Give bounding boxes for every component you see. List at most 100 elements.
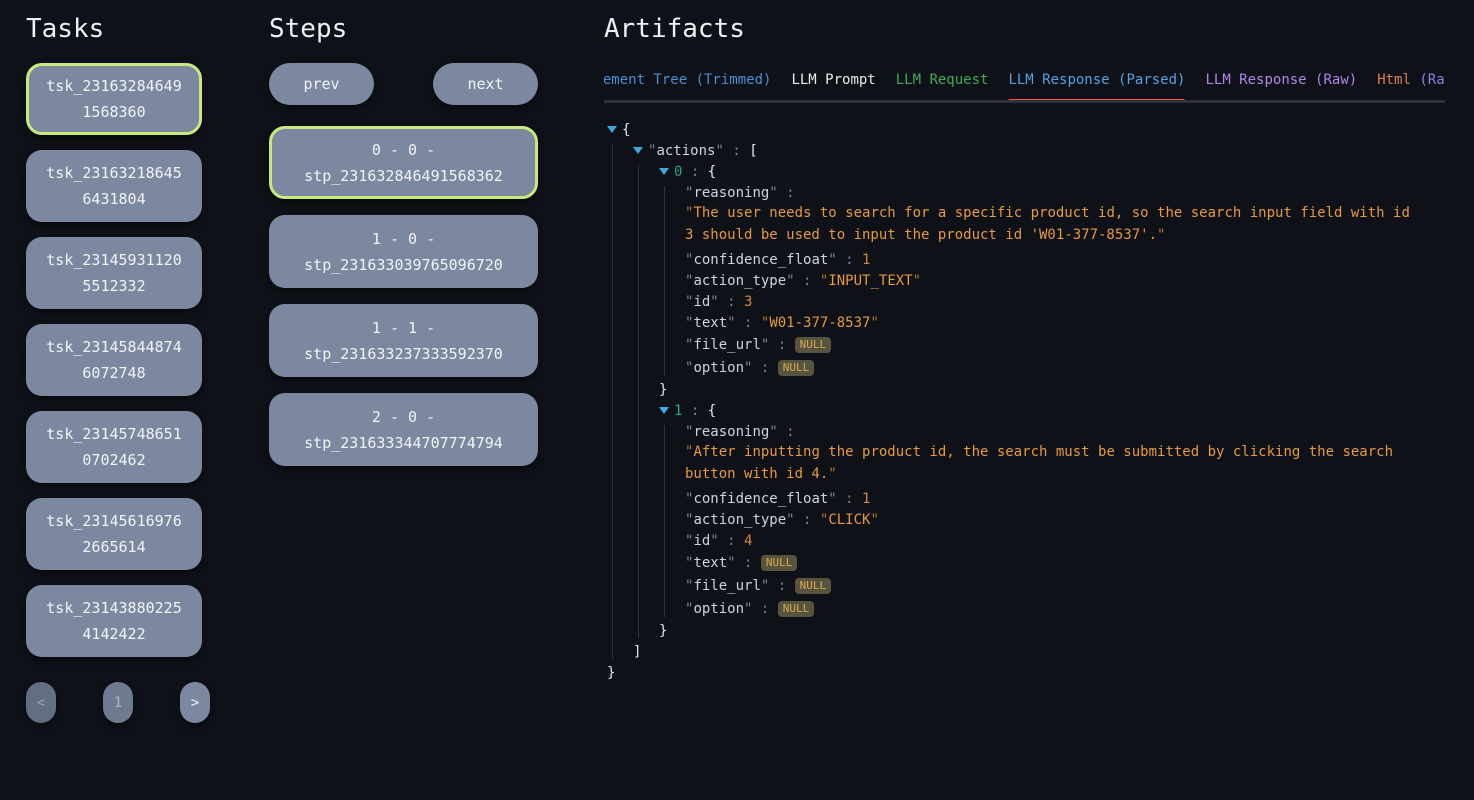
json-key: option	[693, 360, 744, 376]
json-node-row: 0 : {	[659, 165, 1445, 179]
pagination-prev-button[interactable]: <	[26, 682, 56, 723]
json-key: confidence_float	[693, 252, 828, 268]
json-number-value: 3	[744, 294, 752, 310]
json-node: 1 : { "reasoning" : "After inputting the …	[659, 404, 1445, 638]
json-node: {"actions" : [0 : {"reasoning" : "The us…	[607, 123, 1445, 680]
json-field: "file_url" : NULL	[685, 578, 1445, 594]
json-field: "confidence_float" : 1	[685, 253, 1445, 267]
tab-llm-request[interactable]: LLM Request	[886, 65, 999, 100]
task-button[interactable]: tsk_231632846491568360	[26, 63, 202, 135]
json-field: "option" : NULL	[685, 360, 1445, 376]
task-button[interactable]: tsk_231457486510702462	[26, 411, 202, 483]
json-node-close: }	[659, 624, 1445, 638]
json-string-value: After inputting the product id, the sear…	[685, 444, 1393, 482]
step-nav: prev next	[269, 63, 538, 105]
json-field: "reasoning" : "After inputting the produ…	[685, 425, 1445, 485]
json-key: file_url	[693, 337, 760, 353]
tab-llm-response-parsed[interactable]: LLM Response (Parsed)	[998, 65, 1195, 100]
open-brace: {	[708, 164, 716, 180]
close-brace: }	[607, 665, 615, 681]
json-field: "option" : NULL	[685, 601, 1445, 617]
json-node: "actions" : [0 : {"reasoning" : "The use…	[633, 144, 1445, 659]
json-field: "id" : 4	[685, 534, 1445, 548]
json-key: id	[693, 294, 710, 310]
json-string-value: W01-377-8537	[769, 315, 870, 331]
collapse-icon[interactable]	[633, 147, 643, 154]
steps-title: Steps	[269, 14, 538, 44]
task-button[interactable]: tsk_231438802254142422	[26, 585, 202, 657]
json-node: 0 : { "reasoning" : "The user needs to se…	[659, 165, 1445, 397]
pagination-page-button[interactable]: 1	[103, 682, 133, 723]
open-brace: {	[622, 122, 630, 138]
json-node-close: ]	[633, 645, 1445, 659]
task-button[interactable]: tsk_231458448746072748	[26, 324, 202, 396]
json-key: text	[693, 555, 727, 571]
step-button[interactable]: 1 - 1 - stp_231633237333592370	[269, 304, 538, 377]
step-button[interactable]: 1 - 0 - stp_231633039765096720	[269, 215, 538, 288]
task-button[interactable]: tsk_231632186456431804	[26, 150, 202, 222]
close-brace: }	[659, 382, 667, 398]
tab-label: Html	[1377, 72, 1419, 88]
tasks-pagination: < 1 >	[26, 682, 210, 723]
tab-element-tree-trimmed[interactable]: Element Tree (Trimmed)	[604, 65, 781, 100]
json-key: id	[693, 533, 710, 549]
json-number-value: 1	[862, 252, 870, 268]
collapse-icon[interactable]	[659, 168, 669, 175]
json-field: "reasoning" : "The user needs to search …	[685, 186, 1445, 246]
json-children: "reasoning" : "After inputting the produ…	[664, 425, 1445, 617]
json-field: "action_type" : "CLICK"	[685, 513, 1445, 527]
tab-label: (Raw)	[1419, 72, 1445, 88]
tab-llm-prompt[interactable]: LLM Prompt	[781, 65, 885, 100]
json-node-row: 1 : {	[659, 404, 1445, 418]
open-brace: [	[749, 143, 757, 159]
steps-panel: Steps prev next 0 - 0 - stp_231632846491…	[269, 14, 538, 800]
json-field: "confidence_float" : 1	[685, 492, 1445, 506]
tab-llm-response-raw[interactable]: LLM Response (Raw)	[1195, 65, 1367, 100]
tab-html-raw[interactable]: Html (Raw)	[1367, 65, 1445, 100]
json-string-value: CLICK	[828, 512, 870, 528]
artifacts-panel: Artifacts Element Tree (Trimmed) LLM Prom…	[604, 14, 1445, 800]
task-button[interactable]: tsk_231459311205512332	[26, 237, 202, 309]
json-null-value: NULL	[795, 578, 832, 594]
collapse-icon[interactable]	[659, 407, 669, 414]
artifacts-tabbar: Element Tree (Trimmed) LLM Prompt LLM Requ…	[604, 65, 1445, 103]
json-key: action_type	[693, 512, 786, 528]
tab-label: Element Tree (Trimmed)	[604, 72, 771, 88]
prev-step-button[interactable]: prev	[269, 63, 374, 105]
step-button[interactable]: 2 - 0 - stp_231633344707774794	[269, 393, 538, 466]
step-list: 0 - 0 - stp_231632846491568362 1 - 0 - st…	[269, 126, 538, 466]
json-null-value: NULL	[761, 555, 798, 571]
json-key: confidence_float	[693, 491, 828, 507]
json-key: text	[693, 315, 727, 331]
json-null-value: NULL	[778, 601, 815, 617]
task-list: tsk_231632846491568360 tsk_23163218645643…	[26, 63, 202, 657]
json-key: reasoning	[693, 185, 769, 201]
artifacts-title: Artifacts	[604, 14, 1445, 44]
close-brace: }	[659, 623, 667, 639]
next-step-button[interactable]: next	[433, 63, 538, 105]
json-null-value: NULL	[795, 337, 832, 353]
pagination-next-button[interactable]: >	[180, 682, 210, 723]
json-node-row: {	[607, 123, 1445, 137]
json-key: file_url	[693, 578, 760, 594]
json-number-value: 1	[862, 491, 870, 507]
step-button[interactable]: 0 - 0 - stp_231632846491568362	[269, 126, 538, 199]
json-string-value: INPUT_TEXT	[828, 273, 912, 289]
json-string-block: "After inputting the product id, the sea…	[685, 441, 1425, 485]
tab-label: LLM Prompt	[791, 72, 875, 88]
json-string-value: The user needs to search for a specific …	[685, 205, 1410, 243]
open-brace: {	[708, 403, 716, 419]
tab-label: LLM Response (Parsed)	[1008, 72, 1185, 88]
close-brace: ]	[633, 644, 641, 660]
json-key: reasoning	[693, 424, 769, 440]
json-key: action_type	[693, 273, 786, 289]
task-button[interactable]: tsk_231456169762665614	[26, 498, 202, 570]
json-string-block: "The user needs to search for a specific…	[685, 202, 1425, 246]
json-node-close: }	[659, 383, 1445, 397]
json-key: option	[693, 601, 744, 617]
collapse-icon[interactable]	[607, 126, 617, 133]
json-number-value: 4	[744, 533, 752, 549]
json-field: "text" : "W01-377-8537"	[685, 316, 1445, 330]
json-field: "text" : NULL	[685, 555, 1445, 571]
json-key: actions	[656, 143, 715, 159]
